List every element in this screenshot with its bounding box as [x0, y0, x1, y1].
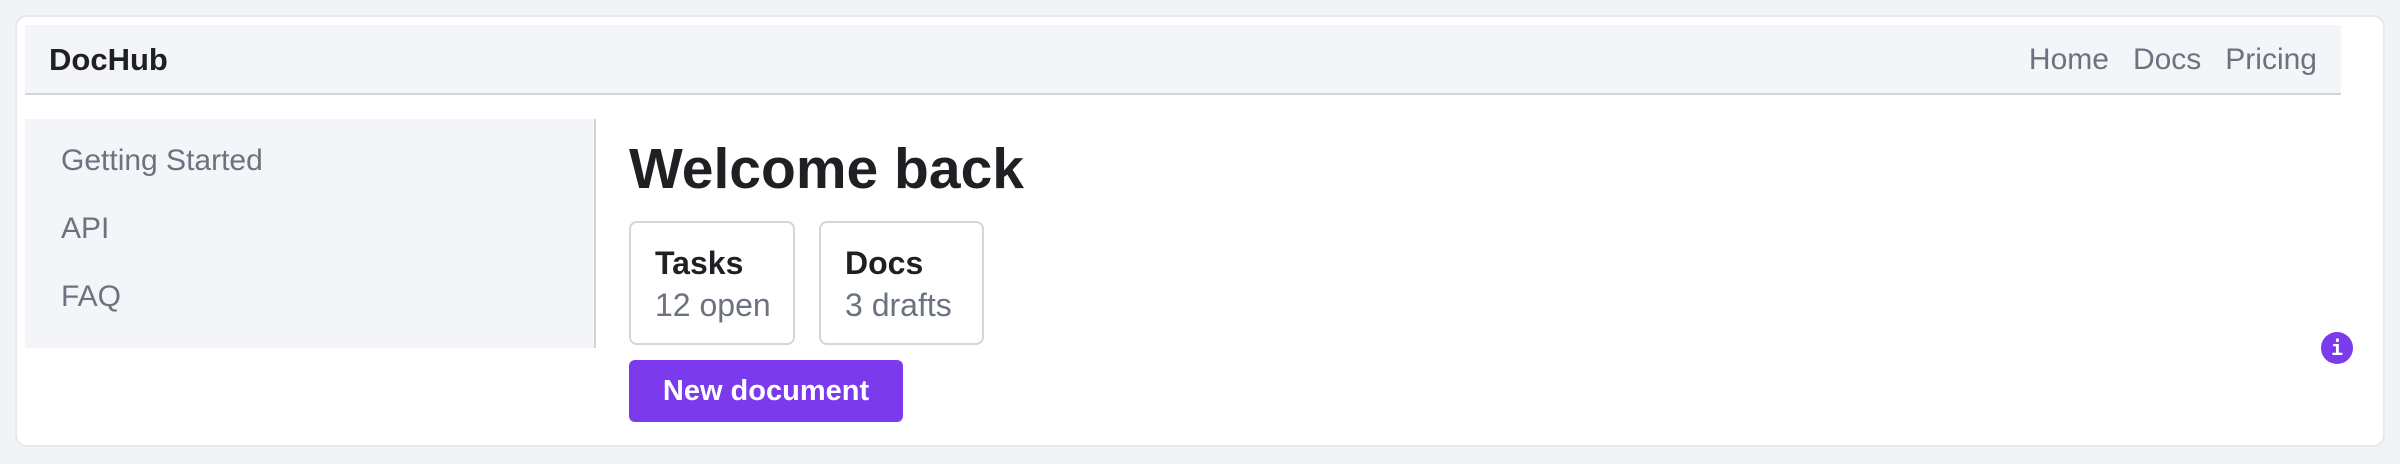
sidebar-item-api[interactable]: API — [25, 209, 594, 277]
nav-link-home[interactable]: Home — [2029, 43, 2109, 77]
card-title: Tasks — [655, 245, 744, 281]
sidebar-item-getting-started[interactable]: Getting Started — [25, 141, 594, 209]
docs-card: Docs 3 drafts — [819, 221, 984, 345]
brand-logo[interactable]: DocHub — [49, 25, 168, 95]
card-title: Docs — [845, 245, 924, 281]
page-title: Welcome back — [629, 137, 1024, 201]
sidebar-item-faq[interactable]: FAQ — [25, 277, 594, 345]
sidebar: Getting Started API FAQ — [25, 119, 596, 348]
card-value: 3 drafts — [845, 287, 952, 323]
nav-link-pricing[interactable]: Pricing — [2225, 43, 2317, 77]
new-document-button[interactable]: New document — [629, 360, 903, 422]
top-navbar: DocHub Home Docs Pricing — [25, 25, 2341, 95]
tasks-card: Tasks 12 open — [629, 221, 795, 345]
card-value: 12 open — [655, 287, 771, 323]
nav-link-docs[interactable]: Docs — [2133, 43, 2201, 77]
info-icon[interactable]: i — [2321, 332, 2353, 364]
top-nav: Home Docs Pricing — [2029, 25, 2317, 95]
